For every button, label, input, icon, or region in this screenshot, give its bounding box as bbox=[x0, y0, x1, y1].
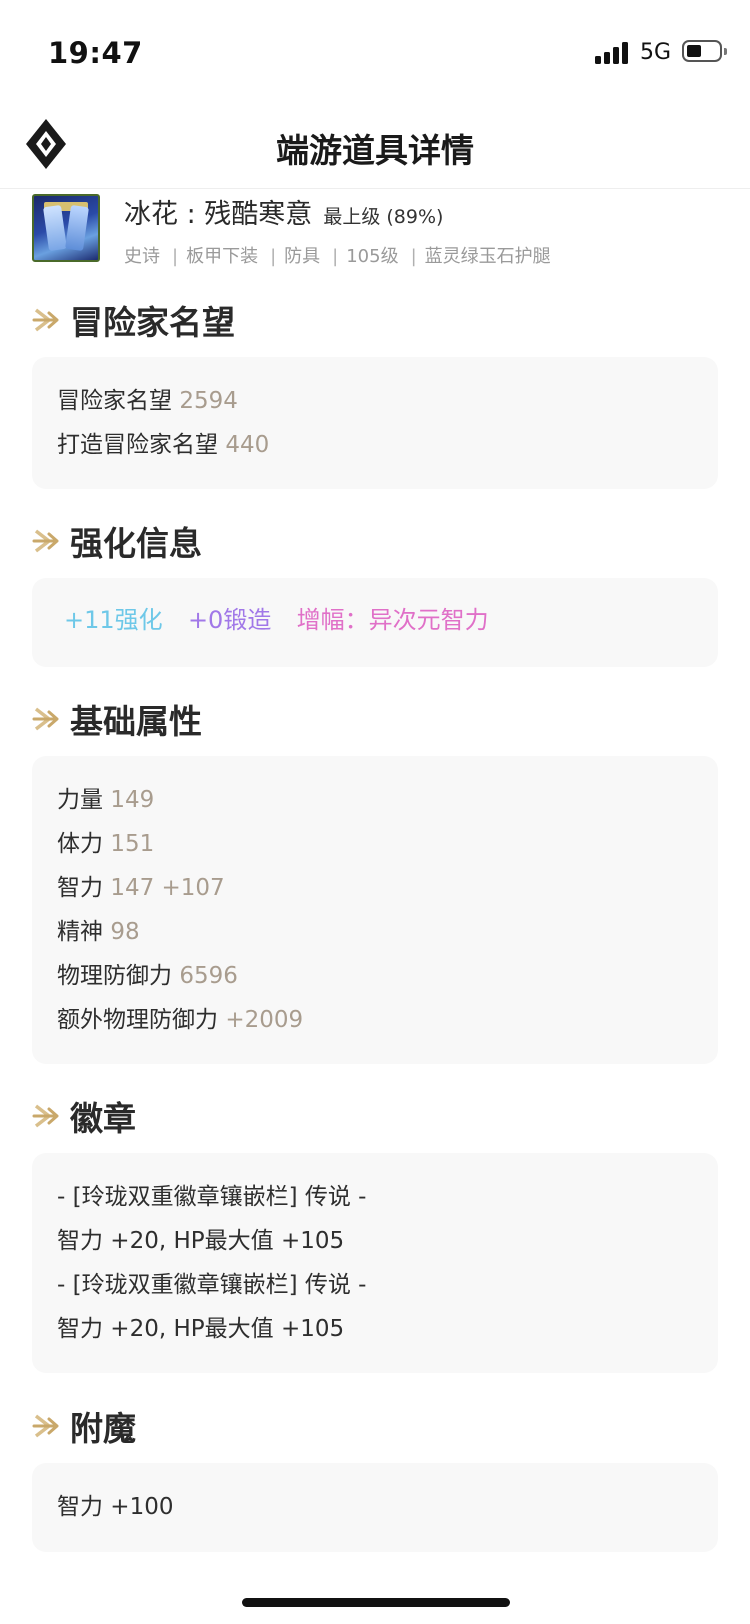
attr-spirit: 精神 98 bbox=[57, 919, 140, 945]
section-title: 强化信息 bbox=[70, 524, 202, 563]
section-title: 徽章 bbox=[70, 1099, 136, 1138]
item-tag-category: 防具 bbox=[284, 246, 321, 267]
attr-strength: 力量 149 bbox=[57, 787, 155, 813]
item-title-row: 冰花 : 残酷寒意 最上级 (89%) bbox=[124, 192, 443, 231]
battery-icon bbox=[682, 40, 727, 62]
emblem-slot-line: - [玲珑双重徽章镶嵌栏] 传说 - bbox=[57, 1184, 367, 1210]
section-header-enhance: 强化信息 bbox=[32, 517, 202, 565]
attr-vitality: 体力 151 bbox=[57, 831, 155, 857]
network-type: 5G bbox=[640, 40, 672, 65]
arrow-right-icon bbox=[32, 707, 59, 731]
item-tag-level: 105级 bbox=[346, 246, 399, 267]
section-header-emblem: 徽章 bbox=[32, 1092, 136, 1140]
home-indicator[interactable] bbox=[242, 1598, 510, 1607]
section-header-enchant: 附魔 bbox=[32, 1402, 136, 1450]
base-attributes-card: 力量 149 体力 151 智力 147 +107 精神 98 物理防御力 65… bbox=[32, 756, 718, 1064]
section-header-base: 基础属性 bbox=[32, 695, 202, 743]
item-grade: 最上级 (89%) bbox=[323, 206, 444, 228]
fame-card: 冒险家名望 2594 打造冒险家名望 440 bbox=[32, 357, 718, 489]
arrow-right-icon bbox=[32, 1414, 59, 1438]
status-time: 19:47 bbox=[48, 36, 143, 70]
section-title: 基础属性 bbox=[70, 702, 202, 741]
arrow-right-icon bbox=[32, 529, 59, 553]
status-bar: 19:47 5G bbox=[0, 0, 750, 100]
cellular-signal-icon bbox=[595, 42, 631, 64]
reinforce-level: +11强化 bbox=[64, 606, 163, 634]
section-header-fame: 冒险家名望 bbox=[32, 296, 235, 344]
crafted-fame-line: 打造冒险家名望 440 bbox=[57, 432, 270, 458]
enhance-card: +11强化 +0锻造 增幅：异次元智力 bbox=[32, 578, 718, 667]
item-tag-type: 板甲下装 bbox=[186, 246, 259, 267]
nav-bar: 端游道具详情 bbox=[0, 100, 750, 189]
item-name: 冰花 : 残酷寒意 bbox=[124, 199, 313, 230]
item-tags: 史诗 | 板甲下装 | 防具 | 105级 | 蓝灵绿玉石护腿 bbox=[124, 246, 551, 267]
emblem-slot-line: - [玲珑双重徽章镶嵌栏] 传说 - bbox=[57, 1272, 367, 1298]
emblem-stats-line: 智力 +20, HP最大值 +105 bbox=[57, 1316, 345, 1342]
enchant-card: 智力 +100 bbox=[32, 1463, 718, 1552]
fame-line: 冒险家名望 2594 bbox=[57, 388, 238, 414]
emblem-stats-line: 智力 +20, HP最大值 +105 bbox=[57, 1228, 345, 1254]
amplify-info: 增幅：异次元智力 bbox=[296, 606, 489, 634]
attr-intelligence: 智力 147 +107 bbox=[57, 875, 225, 901]
attr-extra-physical-defense: 额外物理防御力 +2009 bbox=[57, 1007, 304, 1033]
item-tag-set: 蓝灵绿玉石护腿 bbox=[424, 246, 551, 267]
item-icon bbox=[32, 194, 100, 262]
arrow-right-icon bbox=[32, 1104, 59, 1128]
enchant-line: 智力 +100 bbox=[57, 1494, 174, 1520]
section-title: 冒险家名望 bbox=[70, 303, 235, 342]
emblem-card: - [玲珑双重徽章镶嵌栏] 传说 - 智力 +20, HP最大值 +105 - … bbox=[32, 1153, 718, 1373]
section-title: 附魔 bbox=[70, 1409, 136, 1448]
page-title: 端游道具详情 bbox=[276, 131, 474, 170]
enhance-line: +11强化 +0锻造 增幅：异次元智力 bbox=[64, 600, 718, 635]
item-tag-rarity: 史诗 bbox=[124, 246, 160, 267]
attr-physical-defense: 物理防御力 6596 bbox=[57, 963, 238, 989]
forge-level: +0锻造 bbox=[187, 606, 272, 634]
arrow-right-icon bbox=[32, 308, 59, 332]
